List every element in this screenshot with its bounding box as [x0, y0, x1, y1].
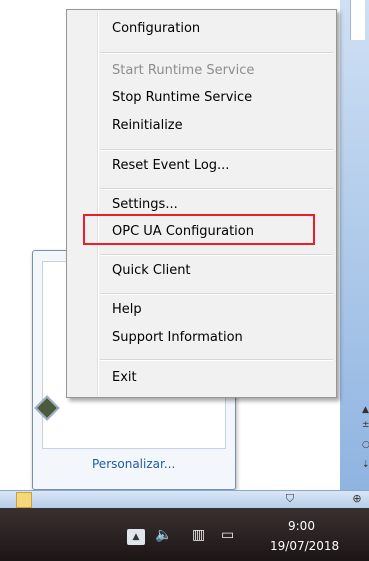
- arrow-up-icon[interactable]: ▲: [362, 405, 369, 415]
- double-up-icon[interactable]: ±: [362, 420, 369, 430]
- menu-gutter: [97, 12, 99, 395]
- menu-item-reinitialize[interactable]: Reinitialize: [112, 118, 183, 133]
- background-scrollbar[interactable]: [350, 0, 365, 40]
- menu-item-exit[interactable]: Exit: [112, 370, 137, 385]
- menu-item-quick-client[interactable]: Quick Client: [112, 263, 191, 278]
- tray-context-menu: Configuration Start Runtime Service Stop…: [66, 9, 337, 398]
- menu-separator: [100, 254, 333, 256]
- shield-icon[interactable]: ⛉: [283, 492, 297, 506]
- tray-app-icon[interactable]: [32, 393, 62, 423]
- menu-separator: [100, 293, 333, 295]
- menu-item-support-information[interactable]: Support Information: [112, 330, 243, 345]
- flag-icon[interactable]: ▭: [221, 527, 234, 543]
- network-icon[interactable]: ▥: [192, 527, 205, 543]
- background-window: ▲ ± ○ ⇣: [340, 0, 369, 490]
- menu-separator: [100, 149, 333, 151]
- double-down-icon[interactable]: ⇣: [362, 460, 369, 470]
- menu-item-settings[interactable]: Settings...: [112, 197, 178, 212]
- menu-item-configuration[interactable]: Configuration: [112, 21, 200, 36]
- personalize-link[interactable]: Personalizar...: [92, 457, 175, 471]
- menu-item-start-runtime: Start Runtime Service: [112, 63, 255, 78]
- menu-item-help[interactable]: Help: [112, 302, 142, 317]
- menu-item-reset-event-log[interactable]: Reset Event Log...: [112, 158, 229, 173]
- menu-separator: [100, 188, 333, 190]
- speaker-icon[interactable]: 🔈: [155, 527, 172, 543]
- clock-date[interactable]: 19/07/2018: [270, 539, 339, 553]
- kepware-icon: [34, 395, 60, 421]
- clock-time[interactable]: 9:00: [288, 519, 315, 533]
- menu-separator: [100, 359, 333, 361]
- add-icon[interactable]: ⊕: [350, 492, 364, 506]
- menu-separator: [100, 52, 333, 54]
- chevron-up-icon[interactable]: ▲: [127, 529, 145, 545]
- taskbar: [0, 508, 369, 561]
- toolbar-button-icon[interactable]: [16, 492, 32, 508]
- circle-icon[interactable]: ○: [362, 440, 369, 450]
- toolbar-strip: [0, 490, 369, 509]
- highlight-box: [83, 214, 315, 245]
- menu-item-stop-runtime[interactable]: Stop Runtime Service: [112, 90, 252, 105]
